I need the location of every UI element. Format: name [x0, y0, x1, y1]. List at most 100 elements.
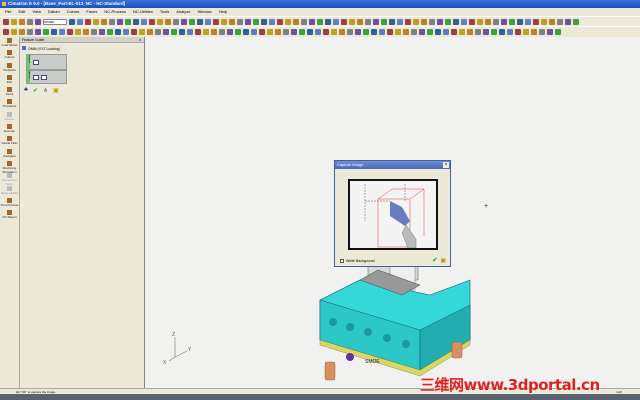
ok-button[interactable]: ✔ [432, 256, 438, 264]
close-icon[interactable]: x [139, 37, 141, 43]
checkbox-box[interactable] [340, 259, 344, 263]
tool-icon[interactable]: ♣ [24, 87, 28, 94]
toolbar-button[interactable] [309, 19, 315, 25]
toolbar-button[interactable] [477, 19, 483, 25]
toolbar-button[interactable] [27, 29, 33, 35]
toolbar-button[interactable] [443, 29, 449, 35]
toolbar-button[interactable] [317, 19, 323, 25]
toolbar-button[interactable] [419, 29, 425, 35]
toolbar-button[interactable] [555, 29, 561, 35]
toolbar-button[interactable] [187, 29, 193, 35]
iconbar-delete[interactable]: Delete [0, 111, 19, 123]
feature-item[interactable]: OMM (XYZ Looking) [22, 46, 142, 51]
toolbar-button[interactable] [533, 19, 539, 25]
toolbar-button[interactable] [451, 29, 457, 35]
toolbar-button[interactable] [523, 29, 529, 35]
toolbar-button[interactable] [531, 29, 537, 35]
toolbar-button[interactable] [83, 29, 89, 35]
toolbar-button[interactable] [549, 19, 555, 25]
toolbar-button[interactable] [435, 29, 441, 35]
menu-help[interactable]: Help [219, 8, 227, 16]
toolbar-button[interactable] [213, 19, 219, 25]
menu-analyze[interactable]: Analyze [176, 8, 190, 16]
toolbar-button[interactable] [347, 29, 353, 35]
save-image-button[interactable]: ▣ [440, 257, 446, 264]
part-button[interactable] [33, 60, 39, 65]
toolbar-button[interactable] [467, 29, 473, 35]
white-background-checkbox[interactable]: White Background [340, 259, 375, 263]
toolbar-button[interactable] [403, 29, 409, 35]
iconbar-part[interactable]: Part [0, 74, 19, 86]
toolbar-button[interactable] [147, 29, 153, 35]
iconbar-global-filter[interactable]: Global Filter [0, 135, 19, 147]
iconbar-cutters[interactable]: Cutters [0, 49, 19, 61]
toolbar-button[interactable] [283, 29, 289, 35]
menu-curves[interactable]: Curves [67, 8, 80, 16]
menu-tools[interactable]: Tools [160, 8, 169, 16]
toolbar-button[interactable] [107, 29, 113, 35]
toolbar-button[interactable] [357, 19, 363, 25]
ok-check-icon[interactable]: ✔ [33, 87, 38, 94]
iconbar-nc-report[interactable]: NC Report [0, 209, 19, 221]
toolbar-button[interactable] [35, 19, 41, 25]
toolbar-button[interactable] [221, 19, 227, 25]
toolbar-button[interactable] [493, 19, 499, 25]
option-button-2[interactable] [41, 75, 47, 80]
toolbar-button[interactable] [139, 29, 145, 35]
save-icon[interactable]: ▣ [53, 87, 59, 94]
toolbar-button[interactable] [203, 29, 209, 35]
toolbar-button[interactable] [11, 19, 17, 25]
toolbar-button[interactable] [259, 29, 265, 35]
toolbar-button[interactable] [237, 19, 243, 25]
toolbar-button[interactable] [277, 19, 283, 25]
toolbar-button[interactable] [149, 19, 155, 25]
toolbar-button[interactable] [429, 19, 435, 25]
toolbar-button[interactable] [323, 29, 329, 35]
toolbar-button[interactable] [475, 29, 481, 35]
toolbar-button[interactable] [291, 29, 297, 35]
toolbar-button[interactable] [275, 29, 281, 35]
toolbar-button[interactable] [181, 19, 187, 25]
iconbar-procedure[interactable]: Procedure [0, 98, 19, 110]
preview-icon[interactable]: ⋔ [43, 87, 48, 94]
toolbar-button[interactable] [507, 29, 513, 35]
toolbar-button[interactable] [211, 29, 217, 35]
toolbar-button[interactable] [413, 19, 419, 25]
toolbar-button[interactable] [117, 19, 123, 25]
toolbar-button[interactable] [515, 29, 521, 35]
toolbar-button[interactable] [307, 29, 313, 35]
toolbar-button[interactable] [301, 19, 307, 25]
iconbar-motion-editor[interactable]: Motion Editor [0, 185, 19, 197]
toolbar-button[interactable] [227, 29, 233, 35]
toolbar-button[interactable] [243, 29, 249, 35]
toolbar-button[interactable] [171, 29, 177, 35]
toolbar-button[interactable] [205, 19, 211, 25]
toolbar-button[interactable] [437, 19, 443, 25]
toolbar-button[interactable] [365, 19, 371, 25]
toolbar-button[interactable] [349, 19, 355, 25]
toolbar-button[interactable] [395, 29, 401, 35]
toolbar-button[interactable] [19, 29, 25, 35]
toolbar-button[interactable] [75, 29, 81, 35]
iconbar-stock[interactable]: Stock [0, 86, 19, 98]
toolbar-button[interactable] [267, 29, 273, 35]
toolbar-button[interactable] [3, 29, 9, 35]
toolbar-button[interactable] [315, 29, 321, 35]
toolbar-button[interactable] [381, 19, 387, 25]
toolbar-button[interactable] [565, 19, 571, 25]
iconbar-execute[interactable]: Execute [0, 123, 19, 135]
toolbar-button[interactable] [123, 29, 129, 35]
toolbar-button[interactable] [27, 19, 33, 25]
toolbar-button[interactable] [195, 29, 201, 35]
toolbar-button[interactable] [245, 19, 251, 25]
toolbar-button[interactable] [261, 19, 267, 25]
iconbar-post-process[interactable]: Post Process [0, 197, 19, 209]
toolbar-button[interactable] [509, 19, 515, 25]
menu-nc-process[interactable]: NC-Process [104, 8, 126, 16]
iconbar-toolpaths[interactable]: Toolpaths [0, 62, 19, 74]
toolbar-button[interactable] [51, 29, 57, 35]
toolbar-button[interactable] [491, 29, 497, 35]
toolbar-button[interactable] [253, 19, 259, 25]
toolbar-button[interactable] [573, 19, 579, 25]
toolbar-button[interactable] [525, 19, 531, 25]
